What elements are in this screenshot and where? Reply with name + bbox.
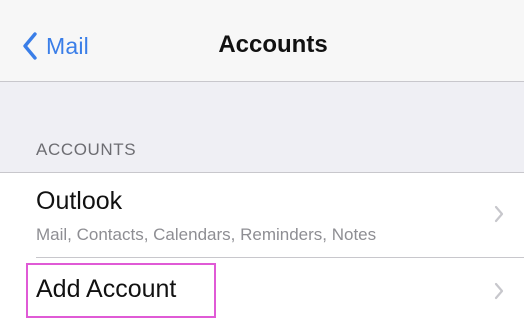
account-row-outlook[interactable]: Outlook Mail, Contacts, Calendars, Remin… — [0, 173, 524, 257]
chevron-right-icon — [494, 205, 504, 228]
account-details: Mail, Contacts, Calendars, Reminders, No… — [36, 225, 377, 244]
page-title: Accounts — [218, 31, 328, 58]
add-account-row[interactable]: Add Account — [0, 258, 524, 324]
navigation-bar: Mail Accounts — [0, 0, 524, 82]
accounts-screen: Mail Accounts ACCOUNTS Outlook Mail, Con… — [0, 0, 524, 324]
section-header-accounts: ACCOUNTS — [36, 140, 137, 159]
chevron-right-icon — [494, 282, 504, 305]
account-name: Outlook — [36, 187, 123, 215]
accounts-list: Outlook Mail, Contacts, Calendars, Remin… — [0, 172, 524, 324]
add-account-label: Add Account — [36, 275, 177, 303]
